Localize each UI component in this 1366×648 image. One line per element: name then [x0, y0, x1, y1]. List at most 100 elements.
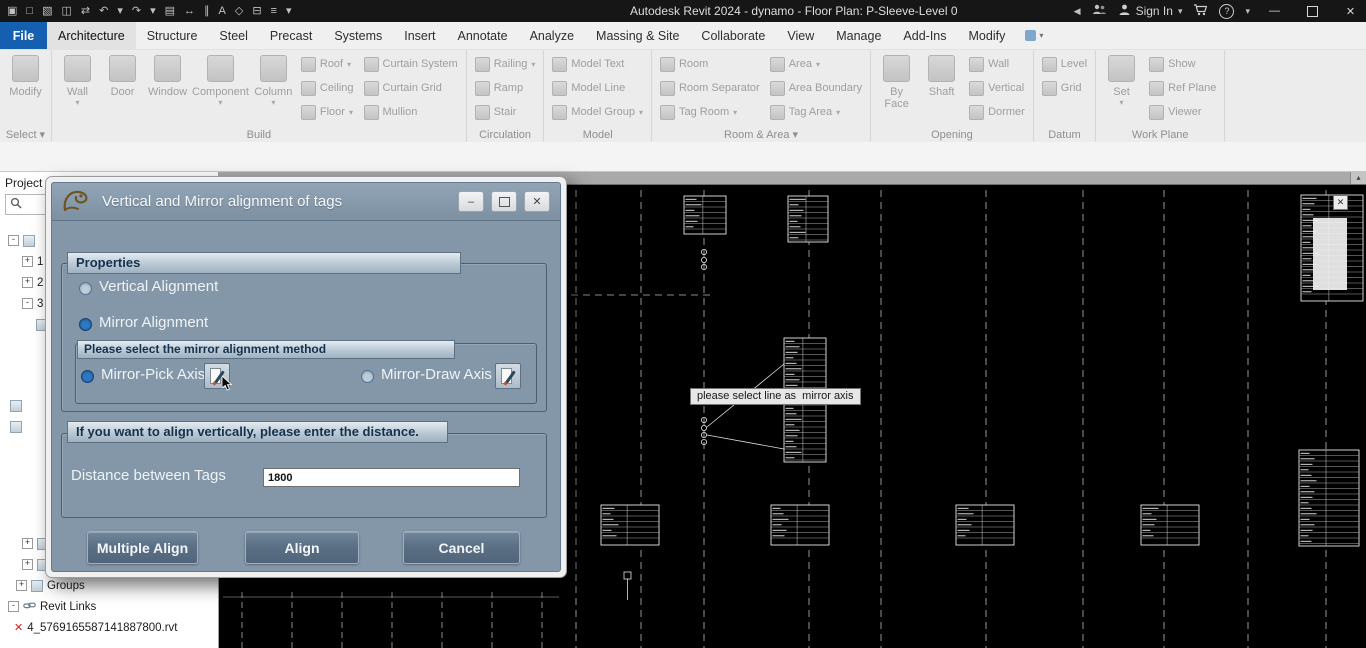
measure-icon[interactable]: ↔	[184, 5, 195, 17]
railing-button[interactable]: Railing ▾	[472, 52, 539, 76]
help-caret-icon[interactable]: ▾	[1245, 6, 1250, 17]
multiple-align-button[interactable]: Multiple Align	[87, 531, 198, 564]
modify-button[interactable]: Modify	[3, 50, 48, 98]
tag-area-button[interactable]: Tag Area ▾	[767, 100, 865, 124]
model-text-button[interactable]: Model Text	[549, 52, 646, 76]
tab-manage[interactable]: Manage	[825, 22, 892, 49]
dialog-maximize-button[interactable]	[491, 191, 517, 212]
vertical-button[interactable]: Vertical	[966, 76, 1028, 100]
minimize-button[interactable]: —	[1261, 0, 1288, 22]
wall-button[interactable]: Wall	[966, 52, 1028, 76]
component-button[interactable]: Component ▾	[190, 50, 251, 107]
wall-button[interactable]: Wall ▾	[55, 50, 100, 107]
expander-icon[interactable]: -	[8, 601, 19, 612]
tab-structure[interactable]: Structure	[136, 22, 209, 49]
area-boundary-button[interactable]: Area Boundary	[767, 76, 865, 100]
expander-icon[interactable]: +	[22, 538, 33, 549]
viewer-button[interactable]: Viewer	[1146, 100, 1219, 124]
tab-modify[interactable]: Modify	[958, 22, 1017, 49]
open-file-icon[interactable]: ▧	[42, 5, 52, 17]
sign-in-button[interactable]: Sign In ▾	[1118, 3, 1182, 19]
level-button[interactable]: Level	[1039, 52, 1090, 76]
tab-collaborate[interactable]: Collaborate	[690, 22, 776, 49]
column-button[interactable]: Column ▾	[251, 50, 296, 107]
room-separator-button[interactable]: Room Separator	[657, 76, 763, 100]
panel-label-room-area[interactable]: Room & Area ▾	[652, 128, 870, 141]
expander-icon[interactable]: -	[22, 298, 33, 309]
shaft-button[interactable]: Shaft	[919, 50, 964, 110]
maximize-button[interactable]	[1299, 0, 1326, 22]
tree-item-revit-links[interactable]: - Revit Links	[0, 596, 218, 617]
section-icon[interactable]: ⊟	[252, 5, 261, 17]
revit-menu-icon[interactable]: ▣	[7, 5, 17, 17]
distance-input[interactable]	[263, 468, 520, 487]
floor-button[interactable]: Floor ▾	[298, 100, 357, 124]
cancel-button[interactable]: Cancel	[403, 531, 520, 564]
ribbon-display-options[interactable]: ▾	[1016, 22, 1052, 49]
new-file-icon[interactable]: □	[26, 5, 33, 17]
tree-item-4-5769165587141887800-rvt[interactable]: ✕ 4_5769165587141887800.rvt	[0, 617, 218, 638]
model-line-button[interactable]: Model Line	[549, 76, 646, 100]
panel-label-model[interactable]: Model	[544, 129, 651, 141]
by-face-button[interactable]: By Face	[874, 50, 919, 110]
undo-icon[interactable]: ↶	[99, 5, 108, 17]
tab-add-ins[interactable]: Add-Ins	[892, 22, 957, 49]
model-group-button[interactable]: Model Group ▾	[549, 100, 646, 124]
curtain-system-button[interactable]: Curtain System	[361, 52, 461, 76]
panel-collapse-icon[interactable]: ◀	[1074, 6, 1081, 17]
dialog-titlebar[interactable]: Vertical and Mirror alignment of tags – …	[52, 183, 560, 221]
expander-icon[interactable]: -	[8, 235, 19, 246]
community-icon[interactable]	[1092, 3, 1107, 19]
scroll-up-icon[interactable]: ▴	[1350, 172, 1366, 184]
dormer-button[interactable]: Dormer	[966, 100, 1028, 124]
expander-icon[interactable]: +	[22, 277, 33, 288]
tab-precast[interactable]: Precast	[259, 22, 323, 49]
view-close-button[interactable]: ✕	[1333, 195, 1348, 210]
stair-button[interactable]: Stair	[472, 100, 539, 124]
grid-button[interactable]: Grid	[1039, 76, 1090, 100]
tab-view[interactable]: View	[776, 22, 825, 49]
mirror-pick-axis-radio[interactable]	[81, 370, 94, 383]
redo-icon[interactable]: ↷	[132, 5, 141, 17]
text-icon[interactable]: A	[219, 5, 226, 17]
redo-dropdown-icon[interactable]: ▾	[150, 5, 156, 17]
panel-label-select[interactable]: Select ▾	[0, 128, 51, 141]
save-icon[interactable]: ◫	[61, 5, 71, 17]
tab-annotate[interactable]: Annotate	[447, 22, 519, 49]
tag-room-button[interactable]: Tag Room ▾	[657, 100, 763, 124]
mirror-draw-axis-button[interactable]	[495, 363, 521, 389]
tab-architecture[interactable]: Architecture	[47, 22, 136, 49]
door-button[interactable]: Door	[100, 50, 145, 107]
panel-label-datum[interactable]: Datum	[1034, 129, 1095, 141]
show-button[interactable]: Show	[1146, 52, 1219, 76]
expander-icon[interactable]: +	[16, 580, 27, 591]
mirror-pick-axis-button[interactable]	[204, 363, 233, 391]
close-button[interactable]: ✕	[1337, 0, 1364, 22]
align-button[interactable]: Align	[245, 531, 359, 564]
default-3d-view-icon[interactable]: ◇	[235, 5, 243, 17]
tab-insert[interactable]: Insert	[393, 22, 446, 49]
sync-icon[interactable]: ⇄	[81, 5, 90, 17]
tab-steel[interactable]: Steel	[208, 22, 259, 49]
ceiling-button[interactable]: Ceiling	[298, 76, 357, 100]
ramp-button[interactable]: Ramp	[472, 76, 539, 100]
thin-lines-icon[interactable]: ≡	[271, 5, 277, 17]
print-icon[interactable]: ▤	[165, 5, 175, 17]
dialog-minimize-button[interactable]: –	[458, 191, 484, 212]
help-icon[interactable]: ?	[1219, 3, 1235, 19]
tab-massing-site[interactable]: Massing & Site	[585, 22, 690, 49]
roof-button[interactable]: Roof ▾	[298, 52, 357, 76]
ref-plane-button[interactable]: Ref Plane	[1146, 76, 1219, 100]
expander-icon[interactable]: +	[22, 559, 33, 570]
dialog-close-button[interactable]: ✕	[524, 191, 550, 212]
vertical-alignment-radio[interactable]	[79, 282, 92, 295]
panel-label-work-plane[interactable]: Work Plane	[1096, 129, 1224, 141]
expander-icon[interactable]: +	[22, 256, 33, 267]
panel-label-build[interactable]: Build	[52, 129, 466, 141]
mullion-button[interactable]: Mullion	[361, 100, 461, 124]
store-cart-icon[interactable]	[1193, 3, 1208, 19]
tree-item-groups[interactable]: + Groups	[0, 575, 218, 596]
qat-customize-icon[interactable]: ▾	[286, 5, 292, 17]
tab-analyze[interactable]: Analyze	[519, 22, 585, 49]
tab-systems[interactable]: Systems	[323, 22, 393, 49]
